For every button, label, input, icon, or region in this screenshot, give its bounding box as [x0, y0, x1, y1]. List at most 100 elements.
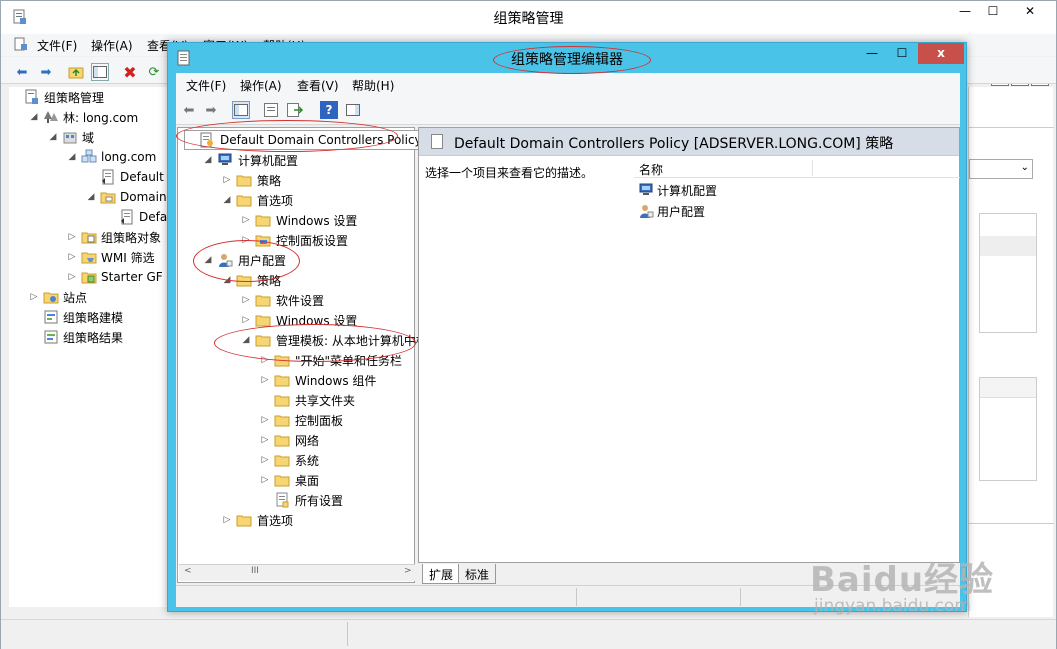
back-arrow-icon[interactable]: ⬅: [13, 63, 31, 81]
expand-arrow-icon[interactable]: ▷: [241, 215, 251, 225]
gpo-icon: [199, 132, 215, 148]
tree-item[interactable]: Default Domain Controllers Policy [A: [184, 130, 442, 150]
tree-item[interactable]: ▷ "开始"菜单和任务栏: [260, 350, 403, 370]
tree-item[interactable]: ◢ 计算机配置: [203, 150, 298, 170]
tree-item[interactable]: ◢ 管理模板: 从本地计算机中检: [241, 330, 428, 350]
collapse-arrow-icon[interactable]: ◢: [85, 192, 97, 202]
tree-item[interactable]: ▷ Windows 设置: [241, 210, 358, 230]
tree-item[interactable]: ▷ Starter GF: [66, 267, 163, 287]
column-header[interactable]: 名称: [634, 158, 960, 178]
expand-arrow-icon[interactable]: ▷: [260, 375, 270, 385]
editor-close-button[interactable]: x: [918, 43, 964, 64]
tree-item[interactable]: ▷ 系统: [260, 450, 319, 470]
tree-item[interactable]: ▷ 网络: [260, 430, 319, 450]
tree-item[interactable]: 组策略管理: [9, 87, 104, 107]
tree-item[interactable]: 组策略建模: [28, 307, 123, 327]
collapse-arrow-icon[interactable]: ◢: [47, 132, 59, 142]
tree-item[interactable]: ◢ 林: long.com: [28, 107, 139, 127]
scroll-thumb[interactable]: III: [251, 566, 259, 576]
tree-item[interactable]: ◢ long.com: [66, 147, 156, 167]
editor-menu-action[interactable]: 操作(A): [240, 77, 282, 94]
tab-standard[interactable]: 标准: [458, 564, 497, 584]
tree-item[interactable]: ▷ 软件设置: [241, 290, 324, 310]
maximize-button[interactable]: ☐: [979, 1, 1007, 23]
list-item-computer-config[interactable]: 计算机配置: [638, 180, 717, 200]
tree-item[interactable]: ▷ Windows 设置: [241, 310, 358, 330]
folder-icon: [255, 292, 271, 308]
tree-item[interactable]: ◢ 首选项: [222, 190, 293, 210]
menu-action[interactable]: 操作(A): [91, 37, 133, 54]
editor-menu-help[interactable]: 帮助(H): [352, 77, 394, 94]
refresh-icon[interactable]: ⟳: [145, 63, 163, 81]
forward-arrow-icon[interactable]: ➡: [202, 101, 220, 119]
tree-item[interactable]: ◢ Domain C: [85, 187, 179, 207]
collapse-arrow-icon[interactable]: ◢: [222, 195, 232, 205]
expand-arrow-icon[interactable]: ▷: [241, 235, 251, 245]
expand-arrow-icon[interactable]: ▷: [241, 295, 251, 305]
tree-item[interactable]: ▷ Windows 组件: [260, 370, 377, 390]
minimize-button[interactable]: —: [951, 1, 979, 23]
collapse-arrow-icon[interactable]: ◢: [203, 255, 213, 265]
tree-item[interactable]: 共享文件夹: [260, 390, 355, 410]
horizontal-scrollbar[interactable]: < III >: [179, 564, 415, 581]
action-pane-icon[interactable]: [344, 101, 362, 119]
tab-extended[interactable]: 扩展: [422, 564, 461, 584]
back-arrow-icon[interactable]: ⬅: [180, 101, 198, 119]
tree-item[interactable]: ▷ 首选项: [222, 510, 293, 530]
tree-item[interactable]: ▷ WMI 筛选: [66, 247, 155, 267]
up-folder-icon[interactable]: [67, 63, 85, 81]
editor-tree-pane: Default Domain Controllers Policy [A ◢ 计算机…: [177, 127, 442, 583]
tree-item[interactable]: 所有设置: [260, 490, 343, 510]
show-tree-icon[interactable]: [91, 63, 109, 81]
collapse-arrow-icon[interactable]: ◢: [222, 275, 232, 285]
list-item-user-config[interactable]: 用户配置: [638, 201, 705, 221]
editor-menu-file[interactable]: 文件(F): [186, 77, 226, 94]
expand-arrow-icon[interactable]: ▷: [260, 415, 270, 425]
expand-arrow-icon[interactable]: ▷: [66, 232, 78, 242]
tree-item[interactable]: ▷ 桌面: [260, 470, 319, 490]
tree-item[interactable]: ▷ 控制面板设置: [241, 230, 348, 250]
expand-arrow-icon[interactable]: ▷: [260, 475, 270, 485]
column-name[interactable]: 名称: [639, 161, 663, 178]
collapse-arrow-icon[interactable]: ◢: [203, 155, 213, 165]
show-tree-icon[interactable]: [232, 101, 250, 119]
tree-item[interactable]: ▷ 策略: [222, 170, 281, 190]
policy-document-icon: [431, 134, 443, 149]
system-menu-icon[interactable]: [14, 37, 28, 51]
expand-arrow-icon[interactable]: ▷: [260, 455, 270, 465]
tree-item[interactable]: ▷ 站点: [28, 287, 87, 307]
editor-minimize-button[interactable]: —: [858, 43, 886, 65]
menu-file[interactable]: 文件(F): [37, 37, 77, 54]
expand-arrow-icon[interactable]: ▷: [28, 292, 40, 302]
delete-icon[interactable]: ✖: [121, 63, 139, 82]
editor-menu-view[interactable]: 查看(V): [297, 77, 339, 94]
dropdown[interactable]: ⌄: [969, 159, 1033, 179]
tree-item[interactable]: ◢ 策略: [222, 270, 281, 290]
tree-item[interactable]: 组策略结果: [28, 327, 123, 347]
expand-arrow-icon[interactable]: ▷: [66, 252, 78, 262]
properties-icon[interactable]: [262, 101, 280, 119]
tree-item[interactable]: ◢ 用户配置: [203, 250, 286, 270]
expand-arrow-icon[interactable]: ▷: [66, 272, 78, 282]
collapse-arrow-icon[interactable]: ◢: [66, 152, 78, 162]
scroll-left-arrow[interactable]: <: [184, 566, 192, 576]
tree-item[interactable]: ▷ 组策略对象: [66, 227, 161, 247]
tree-item-label: 首选项: [257, 513, 294, 528]
expand-arrow-icon[interactable]: ▷: [222, 515, 232, 525]
scroll-right-arrow[interactable]: >: [404, 566, 412, 576]
collapse-arrow-icon[interactable]: ◢: [241, 335, 251, 345]
help-icon[interactable]: ?: [320, 101, 338, 119]
expand-arrow-icon[interactable]: ▷: [241, 315, 251, 325]
expand-arrow-icon[interactable]: ▷: [222, 175, 232, 185]
tree-item[interactable]: ▷ 控制面板: [260, 410, 343, 430]
collapse-arrow-icon[interactable]: ◢: [28, 112, 40, 122]
editor-maximize-button[interactable]: ☐: [888, 43, 916, 65]
tree-item[interactable]: ◢ 域: [47, 127, 94, 147]
export-list-icon[interactable]: [286, 101, 304, 119]
expand-arrow-icon[interactable]: ▷: [260, 435, 270, 445]
tree-item[interactable]: Default D: [85, 167, 177, 187]
expand-arrow-icon[interactable]: ▷: [260, 355, 270, 365]
close-button[interactable]: ✕: [1007, 1, 1053, 23]
tree-item-label: Default Domain Controllers Policy [A: [220, 133, 439, 147]
forward-arrow-icon[interactable]: ➡: [37, 63, 55, 81]
